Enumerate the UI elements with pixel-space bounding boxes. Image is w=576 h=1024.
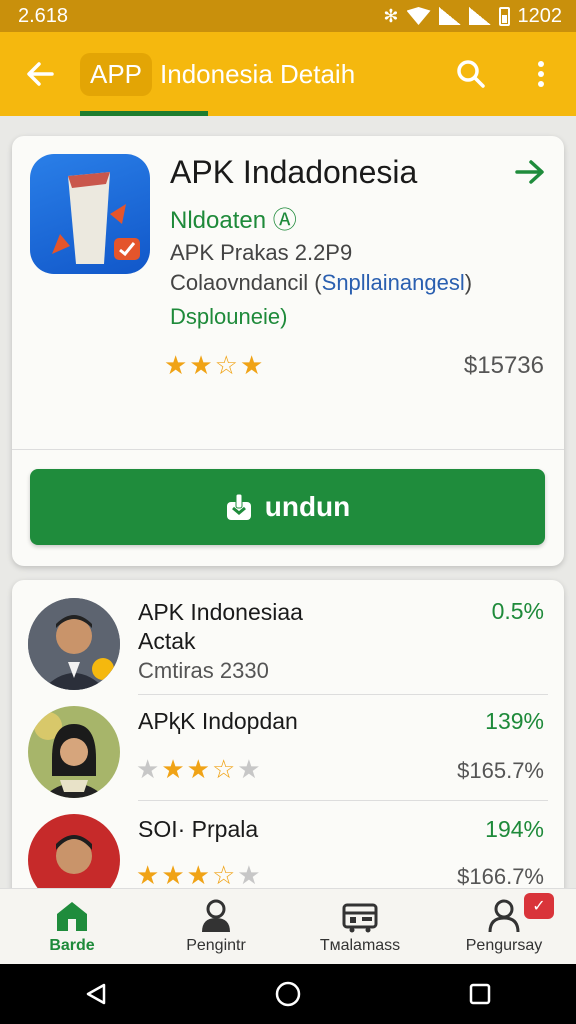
status-clock: 1202: [517, 4, 563, 27]
back-button[interactable]: [0, 32, 80, 116]
list-item-price: $165.7%: [457, 758, 544, 783]
badge-dot-icon: [92, 658, 114, 680]
back-triangle-icon[interactable]: [84, 982, 108, 1006]
list-item-percent: 0.5%: [491, 598, 544, 624]
star-outline-icon: ☆: [211, 860, 236, 890]
list-item-percent: 139%: [485, 708, 544, 734]
app-price: $15736: [463, 352, 544, 379]
rocket-icon: [52, 172, 140, 264]
developer-label: Nldoaten: [170, 207, 267, 234]
bottom-navigation: Barde Pengintr Tмalamass Pengursay ✓: [0, 888, 576, 964]
list-item-title: APK Indonesiaa Actak: [138, 599, 303, 654]
title-area: APP Indonesia Detaih: [80, 32, 436, 116]
star-icon: ★: [189, 350, 213, 380]
list-item-subtitle: Cmtiras 2330: [138, 658, 269, 683]
avatar: [28, 706, 120, 798]
home-circle-icon[interactable]: [275, 981, 301, 1007]
person-icon: [202, 899, 230, 932]
page-title: Indonesia Detaih: [160, 58, 356, 89]
star-icon: ★: [186, 860, 210, 890]
app-category: Colaovndancil (Snpllainangesl): [170, 270, 472, 296]
category-suffix: ): [464, 270, 473, 295]
nav-item-store[interactable]: Tмalamass: [288, 889, 432, 964]
star-empty-icon: ★: [136, 754, 160, 784]
list-item-rating: ★ ★ ★ ☆ ★: [136, 754, 261, 785]
nav-item-pengintr[interactable]: Pengintr: [144, 889, 288, 964]
app-rating: ★ ★ ☆ ★: [164, 350, 263, 381]
bluetooth-icon: ✻: [383, 5, 399, 26]
app-name: APK Indadonesia: [170, 154, 418, 190]
star-empty-icon: ★: [237, 860, 261, 890]
search-button[interactable]: [436, 32, 506, 116]
star-icon: ★: [164, 350, 188, 380]
nav-item-profile[interactable]: Pengursay ✓: [432, 889, 576, 964]
wifi-icon: [406, 7, 431, 25]
download-icon: [226, 493, 251, 520]
nav-label: Pengintr: [186, 936, 246, 954]
list-separator: [138, 800, 548, 801]
back-arrow-icon: [27, 62, 54, 86]
app-detail-card: APK Indadonesia Nldoaten Ⓐ APK Prakas 2.…: [12, 136, 564, 566]
signal-icon-2: [468, 7, 491, 25]
more-options-button[interactable]: [506, 32, 576, 116]
divider: [12, 449, 564, 450]
store-icon: [342, 903, 378, 932]
list-item[interactable]: APⱪK Indopdan 139% ★ ★ ★ ☆ ★ $165.7%: [12, 696, 564, 800]
list-item-title: SOI· Prpala: [138, 816, 259, 842]
star-icon: ★: [161, 860, 185, 890]
home-icon: [57, 901, 87, 931]
star-outline-icon: ☆: [214, 350, 238, 380]
nav-label: Pengursay: [465, 936, 543, 954]
category-link[interactable]: Snpllainangesl: [322, 270, 465, 295]
related-list-card: APK Indonesiaa Actak 0.5% Cmtiras 2330 A…: [12, 580, 564, 910]
download-button[interactable]: undun: [30, 469, 545, 545]
arrow-right-icon: [515, 160, 544, 184]
title-underline: [80, 111, 208, 116]
star-icon: ★: [161, 754, 185, 784]
list-item-title: APⱪK Indopdan: [138, 708, 298, 734]
system-navigation-bar: [0, 964, 576, 1024]
star-icon: ★: [136, 860, 160, 890]
person-photo-icon: [28, 706, 120, 798]
verified-icon: Ⓐ: [272, 207, 297, 234]
star-outline-icon: ☆: [211, 754, 236, 784]
list-item[interactable]: APK Indonesiaa Actak 0.5% Cmtiras 2330: [12, 580, 564, 692]
search-icon: [457, 60, 485, 88]
star-empty-icon: ★: [237, 754, 261, 784]
app-icon: [30, 154, 150, 274]
star-icon: ★: [186, 754, 210, 784]
list-separator: [138, 694, 548, 695]
list-item-percent: 194%: [485, 816, 544, 842]
profile-icon: [488, 899, 520, 932]
recents-square-icon[interactable]: [468, 982, 492, 1006]
app-bar: APP Indonesia Detaih: [0, 32, 576, 116]
app-pill: APP: [80, 52, 153, 96]
download-label: undun: [264, 491, 351, 522]
list-item-price: $166.7%: [457, 864, 544, 889]
app-version: APK Prakas 2.2P9: [170, 240, 353, 265]
list-item-rating: ★ ★ ★ ☆ ★: [136, 860, 261, 891]
status-icons: ✻ 1202: [383, 5, 562, 28]
star-icon: ★: [239, 350, 264, 380]
notification-badge-icon: ✓: [524, 893, 554, 919]
category-prefix: Colaovndancil (: [170, 270, 322, 295]
developer-name[interactable]: Nldoaten Ⓐ: [170, 200, 297, 235]
nav-item-home[interactable]: Barde: [0, 889, 144, 964]
share-button[interactable]: [512, 154, 548, 190]
signal-icon: [438, 7, 461, 25]
app-status: Dsplouneie): [170, 304, 288, 329]
nav-label: Barde: [49, 936, 95, 954]
more-vert-icon: [538, 61, 544, 87]
battery-icon: [498, 6, 510, 26]
status-bar: 2.618 ✻ 1202: [0, 0, 576, 32]
nav-label: Tмalamass: [319, 936, 401, 954]
status-time: 2.618: [18, 4, 69, 27]
avatar: [28, 598, 120, 690]
